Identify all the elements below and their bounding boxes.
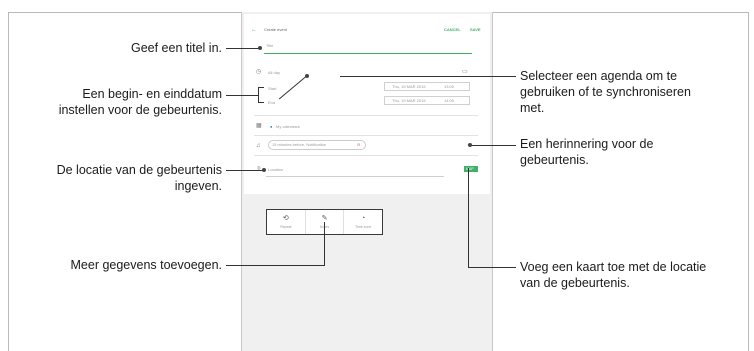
calendar-selector[interactable]: My calendars	[276, 124, 300, 129]
save-button[interactable]: SAVE	[470, 27, 481, 32]
notes-button[interactable]: ✎ Notes	[306, 210, 345, 234]
all-day-label: All day	[268, 70, 281, 75]
end-date: Thu, 15 MAR 2015	[392, 98, 426, 103]
callout-calendar-line3: met.	[520, 101, 545, 115]
leader-dates-start	[258, 87, 264, 88]
callout-details: Meer gegevens toevoegen.	[70, 258, 223, 272]
calendar-color-dot: ●	[270, 124, 273, 129]
screen-title: Create event	[264, 27, 287, 32]
leader-dot	[468, 143, 472, 147]
callout-calendar-line1: Selecteer een agenda om te	[520, 69, 678, 83]
divider	[254, 135, 478, 136]
callout-dates-line1: Een begin- en einddatum	[82, 87, 222, 101]
divider	[254, 155, 478, 156]
leader-map-vertical	[468, 168, 469, 267]
toggle-switch[interactable]: ▭	[462, 69, 468, 75]
leader-title	[226, 48, 260, 49]
leader-calendar	[340, 76, 516, 77]
location-pin-icon: ⌾	[257, 166, 261, 172]
leader-details-vertical	[324, 222, 325, 266]
leader-dates	[226, 95, 258, 96]
callout-reminder-line2: gebeurtenis.	[520, 153, 589, 167]
divider	[254, 115, 478, 116]
time-zone-button[interactable]: ◔ Time zone	[344, 210, 382, 234]
notes-icon: ✎	[321, 215, 328, 222]
create-event-form: ← Create event CANCEL SAVE Title ◷ All d…	[244, 14, 490, 194]
callout-dates-line2: instellen voor de gebeurtenis.	[58, 103, 222, 117]
repeat-icon: ⟲	[282, 215, 289, 222]
repeat-label: Repeat	[280, 225, 292, 229]
title-input[interactable]: Title	[266, 43, 273, 48]
clock-icon: ◷	[256, 69, 262, 75]
arrow-back-icon[interactable]: ←	[251, 27, 257, 33]
title-underline	[264, 53, 472, 54]
start-label: Start	[268, 86, 277, 91]
time-zone-label: Time zone	[355, 225, 372, 229]
leader-dates-bracket	[258, 87, 259, 103]
location-input[interactable]: Location	[268, 167, 283, 172]
remove-reminder-icon[interactable]: ⊖	[357, 142, 360, 147]
leader-dot	[262, 168, 266, 172]
leader-reminder	[470, 145, 516, 146]
callout-location-line2: ingeven.	[174, 179, 222, 193]
leader-details	[226, 265, 325, 266]
calendar-icon: ▦	[256, 123, 262, 129]
start-time: 13:00	[444, 84, 455, 89]
bell-icon: ♫	[256, 143, 261, 149]
start-date: Thu, 15 MAR 2015	[392, 84, 426, 89]
callout-calendar-line2: gebruiken of te synchroniseren	[520, 85, 691, 99]
leader-map	[468, 267, 516, 268]
callout-location-line1: De locatie van de gebeurtenis	[56, 163, 222, 177]
callout-reminder-line1: Een herinnering voor de	[520, 137, 654, 151]
leader-location	[226, 170, 264, 171]
location-underline	[266, 176, 444, 177]
leader-dot	[305, 74, 309, 78]
cancel-button[interactable]: CANCEL	[444, 27, 461, 32]
callout-title: Geef een titel in.	[130, 41, 222, 55]
callout-map-line2: van de gebeurtenis.	[520, 276, 630, 290]
leader-dates-end	[258, 102, 264, 103]
time-zone-icon: ◔	[361, 215, 366, 222]
end-label: End	[268, 100, 276, 105]
repeat-button[interactable]: ⟲ Repeat	[267, 210, 306, 234]
callout-map-line1: Voeg een kaart toe met de locatie	[520, 260, 707, 274]
end-time: 14:00	[444, 98, 455, 103]
leader-dot	[258, 46, 262, 50]
reminder-text: 15 minutes before, Notification	[272, 142, 327, 147]
